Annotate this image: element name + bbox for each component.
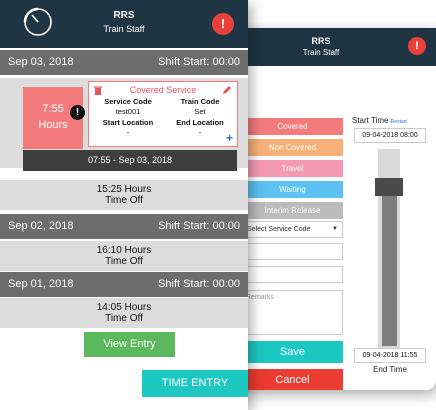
service-card[interactable]: Covered Service Service Code Train Code … — [88, 81, 238, 147]
waiting-button[interactable]: Waiting — [242, 181, 343, 198]
warning-icon: ! — [70, 105, 85, 120]
covered-button[interactable]: Covered — [242, 118, 343, 135]
shift-start: Shift Start: 00:00 — [158, 56, 240, 68]
save-button[interactable]: Save — [242, 341, 343, 363]
service-code-select[interactable]: Select Service Code ▼ — [242, 221, 343, 238]
train-code-label: Train Code — [180, 97, 220, 106]
summary-hours: 15:25 Hours — [96, 184, 152, 195]
train-code-value: Set — [194, 107, 206, 116]
summary-type: Time Off — [105, 195, 143, 206]
day-date: Sep 02, 2018 — [8, 220, 74, 232]
start-location-label: Start Location — [102, 118, 154, 127]
time-entry-button[interactable]: TIME ENTRY — [142, 370, 248, 397]
summary-hours: 14:05 Hours — [96, 302, 152, 313]
service-code-value: test001 — [115, 107, 141, 116]
start-time-label: Start Time Restart — [352, 116, 432, 125]
time-slider-handle[interactable] — [375, 178, 403, 196]
dropdown-arrow-icon: ▼ — [332, 226, 338, 232]
timesheet-screen: RRS Train Staff ! Sep 03, 2018 Shift Sta… — [0, 0, 248, 410]
cancel-button[interactable]: Cancel — [242, 369, 343, 390]
day-summary[interactable]: 14:05 Hours Time Off — [0, 298, 248, 328]
view-entry-button[interactable]: View Entry — [84, 332, 175, 357]
start-time-value[interactable]: 09-04-2018 08:00 — [354, 128, 426, 143]
non-covered-button[interactable]: Non Covered — [242, 139, 343, 156]
entry-time-range[interactable]: 07:55 - Sep 03, 2018 — [23, 150, 237, 171]
day-header[interactable]: Sep 01, 2018 Shift Start: 00:00 — [0, 272, 248, 297]
shift-start: Shift Start: 00:00 — [158, 220, 240, 232]
summary-hours: 16:10 Hours — [96, 245, 152, 256]
info-icon[interactable]: ! — [408, 37, 426, 55]
day-summary[interactable]: 16:10 Hours Time Off — [0, 241, 248, 271]
time-input-1[interactable] — [242, 243, 343, 260]
end-location-value: - — [198, 128, 202, 137]
day-summary[interactable]: 15:25 Hours Time Off — [0, 180, 248, 210]
shift-start: Shift Start: 00:00 — [158, 278, 240, 290]
interim-release-button[interactable]: Interim Release — [242, 202, 343, 219]
service-code-label: Service Code — [104, 97, 152, 106]
day-date: Sep 01, 2018 — [8, 278, 74, 290]
summary-type: Time Off — [105, 256, 143, 267]
start-location-value: - — [126, 128, 130, 137]
restart-link[interactable]: Restart — [391, 119, 407, 125]
start-time-text: Start Time — [352, 116, 389, 125]
day-date: Sep 03, 2018 — [8, 56, 74, 68]
time-input-2[interactable] — [242, 266, 343, 283]
remarks-field[interactable]: Remarks — [242, 290, 343, 335]
pencil-icon[interactable] — [222, 85, 232, 95]
time-slider-range — [382, 178, 397, 346]
add-icon[interactable]: + — [226, 131, 233, 145]
travel-button[interactable]: Travel — [242, 160, 343, 177]
end-location-label: End Location — [176, 118, 224, 127]
app-title: RRS — [113, 10, 135, 21]
info-icon[interactable]: ! — [212, 13, 234, 35]
app-header: RRS Train Staff ! — [0, 0, 248, 48]
end-time-value[interactable]: 09-04-2018 11:55 — [354, 348, 426, 363]
summary-type: Time Off — [105, 313, 143, 324]
app-subtitle: Train Staff — [103, 24, 145, 34]
end-time-label: End Time — [373, 365, 407, 374]
service-title: Covered Service — [129, 85, 197, 95]
service-code-select-value: Select Service Code — [247, 226, 311, 233]
day-header[interactable]: Sep 03, 2018 Shift Start: 00:00 — [0, 50, 248, 75]
day-header[interactable]: Sep 02, 2018 Shift Start: 00:00 — [0, 214, 248, 239]
